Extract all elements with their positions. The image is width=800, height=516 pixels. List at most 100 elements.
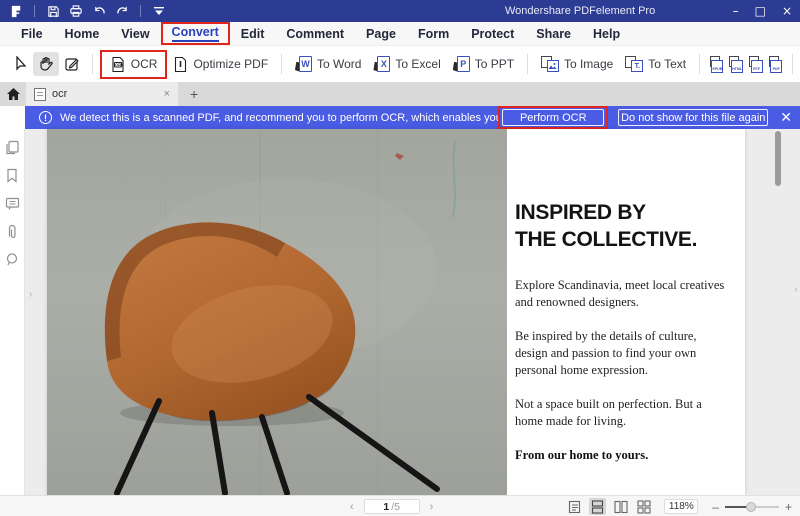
paragraph-1: Explore Scandinavia, meet local creative… — [515, 278, 725, 309]
image-doc-icon — [540, 56, 559, 72]
app-logo-icon — [8, 3, 24, 19]
excel-doc-icon: X — [373, 55, 391, 73]
zoom-slider[interactable] — [724, 501, 779, 512]
attachments-panel-icon[interactable] — [4, 223, 20, 239]
print-icon[interactable] — [68, 3, 84, 19]
menu-view[interactable]: View — [110, 24, 160, 44]
menu-edit[interactable]: Edit — [230, 24, 276, 44]
menu-protect[interactable]: Protect — [460, 24, 525, 44]
menu-home[interactable]: Home — [54, 24, 111, 44]
paragraph-3: Not a space built on perfection. But a h… — [515, 397, 702, 428]
customize-toolbar-icon[interactable] — [151, 3, 167, 19]
ocr-button[interactable]: OCR OCR — [104, 52, 164, 77]
tab-bar: ocr × + — [0, 82, 800, 106]
to-pdf-button[interactable]: PDF — [768, 55, 783, 73]
divider — [281, 54, 282, 74]
paragraph-2: Be inspired by the details of culture, d… — [515, 329, 697, 377]
grid-view-icon[interactable] — [635, 498, 652, 515]
menu-convert[interactable]: Convert — [160, 22, 230, 45]
zoom-slider-handle[interactable] — [745, 501, 756, 512]
current-page: 1 — [383, 500, 390, 513]
facing-pages-view-icon[interactable] — [612, 498, 629, 515]
single-page-view-icon[interactable] — [566, 498, 583, 515]
status-bar: ‹ 1 /5 › 118% – + — [0, 495, 800, 516]
menu-file[interactable]: File — [10, 24, 54, 44]
divider — [140, 5, 141, 17]
search-panel-icon[interactable] — [4, 251, 20, 267]
view-and-zoom-tools: 118% – + — [566, 496, 792, 516]
hand-tool-button[interactable] — [33, 52, 59, 76]
to-html-button[interactable]: HTML — [729, 55, 744, 73]
divider — [527, 54, 528, 74]
comments-panel-icon[interactable] — [4, 195, 20, 211]
page-text-column: INSPIRED BY THE COLLECTIVE. Explore Scan… — [515, 199, 739, 464]
new-tab-button[interactable]: + — [190, 86, 198, 102]
left-panel-bar — [0, 129, 25, 495]
maximize-button[interactable]: □ — [755, 0, 766, 22]
divider — [34, 5, 35, 17]
to-image-button[interactable]: To Image — [535, 52, 619, 76]
menu-comment[interactable]: Comment — [275, 24, 355, 44]
to-rtf-button[interactable]: RTF — [749, 55, 763, 73]
expand-right-panel-icon[interactable]: ‹ — [795, 284, 798, 295]
undo-icon[interactable] — [91, 3, 107, 19]
zoom-in-icon[interactable]: + — [785, 500, 792, 514]
page-body-copy: Explore Scandinavia, meet local creative… — [515, 277, 739, 464]
to-epub-button[interactable]: EPUB — [709, 55, 724, 73]
menu-share[interactable]: Share — [525, 24, 582, 44]
word-doc-icon: W — [294, 55, 312, 73]
chair-photo — [47, 129, 507, 495]
page-navigation: ‹ 1 /5 › — [350, 496, 433, 516]
to-excel-label: To Excel — [395, 57, 441, 71]
to-text-button[interactable]: T. To Text — [619, 52, 692, 76]
previous-page-icon[interactable]: ‹ — [350, 501, 354, 513]
notification-close-icon[interactable]: ✕ — [780, 109, 792, 126]
document-viewport: › INSPIRED BY THE COLLECTIVE. Explore Sc… — [0, 129, 800, 495]
title-bar: Wondershare PDFelement Pro – □ × — [0, 0, 800, 22]
tab-ocr[interactable]: ocr × — [26, 82, 178, 106]
redo-icon[interactable] — [114, 3, 130, 19]
divider — [699, 54, 700, 74]
active-underline — [171, 40, 219, 42]
continuous-view-icon[interactable] — [589, 498, 607, 515]
thumbnails-panel-icon[interactable] — [4, 139, 20, 155]
zoom-out-icon[interactable]: – — [712, 500, 719, 514]
edit-tool-button[interactable] — [59, 52, 85, 76]
next-page-icon[interactable]: › — [430, 501, 434, 513]
vertical-scrollbar-thumb[interactable] — [775, 131, 781, 186]
ocr-label: OCR — [130, 57, 158, 71]
menu-bar: File Home View Convert Edit Comment Page… — [0, 22, 800, 46]
to-word-label: To Word — [316, 57, 362, 71]
tab-close-icon[interactable]: × — [164, 88, 170, 100]
menu-help[interactable]: Help — [582, 24, 631, 44]
total-pages: /5 — [391, 500, 400, 513]
divider — [92, 54, 93, 74]
expand-left-panel-icon[interactable]: › — [29, 289, 32, 300]
close-button[interactable]: × — [782, 0, 792, 22]
ppt-doc-icon: P — [452, 55, 470, 73]
closing-line: From our home to yours. — [515, 448, 649, 462]
optimize-pdf-button[interactable]: Optimize PDF — [167, 52, 274, 77]
to-excel-button[interactable]: X To Excel — [367, 52, 446, 77]
select-tool-button[interactable] — [8, 52, 33, 76]
perform-ocr-button[interactable]: Perform OCR — [502, 109, 605, 126]
menu-page[interactable]: Page — [355, 24, 407, 44]
page-number-box[interactable]: 1 /5 — [363, 499, 420, 514]
menu-form[interactable]: Form — [407, 24, 460, 44]
convert-toolbar: OCR OCR Optimize PDF W To Word X To Exce… — [0, 46, 800, 82]
text-doc-icon: T. — [625, 56, 644, 72]
to-image-label: To Image — [563, 57, 614, 71]
ocr-notification-bar: ! We detect this is a scanned PDF, and r… — [25, 106, 800, 129]
dismiss-notification-button[interactable]: Do not show for this file again — [618, 109, 769, 126]
minimize-button[interactable]: – — [733, 0, 739, 22]
to-word-button[interactable]: W To Word — [289, 52, 367, 77]
pdf-page[interactable]: INSPIRED BY THE COLLECTIVE. Explore Scan… — [47, 129, 745, 495]
bookmarks-panel-icon[interactable] — [4, 167, 20, 183]
save-icon[interactable] — [45, 3, 61, 19]
home-tab-button[interactable] — [0, 82, 26, 106]
info-icon: ! — [39, 111, 52, 124]
zoom-level-value[interactable]: 118% — [664, 499, 699, 514]
optimize-pdf-label: Optimize PDF — [193, 57, 269, 71]
to-ppt-button[interactable]: P To PPT — [447, 52, 520, 77]
to-text-label: To Text — [648, 57, 687, 71]
